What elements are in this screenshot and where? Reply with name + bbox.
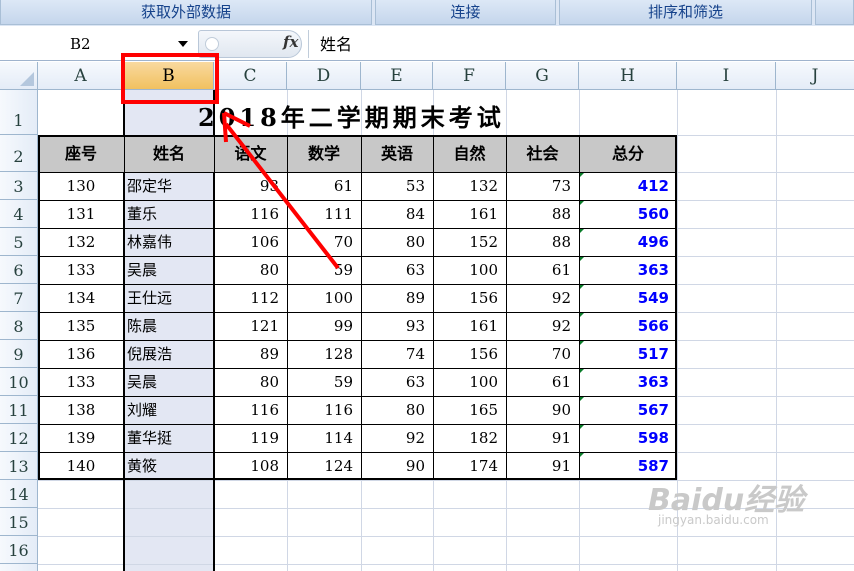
annotation-arrow-shaft	[224, 122, 340, 270]
watermark-url: jingyan.baidu.com	[658, 513, 769, 527]
column-b-highlight-box	[121, 53, 219, 104]
annotation-arrowhead-left	[222, 112, 228, 143]
watermark: Baidu经验 jingyan.baidu.com	[648, 475, 804, 527]
